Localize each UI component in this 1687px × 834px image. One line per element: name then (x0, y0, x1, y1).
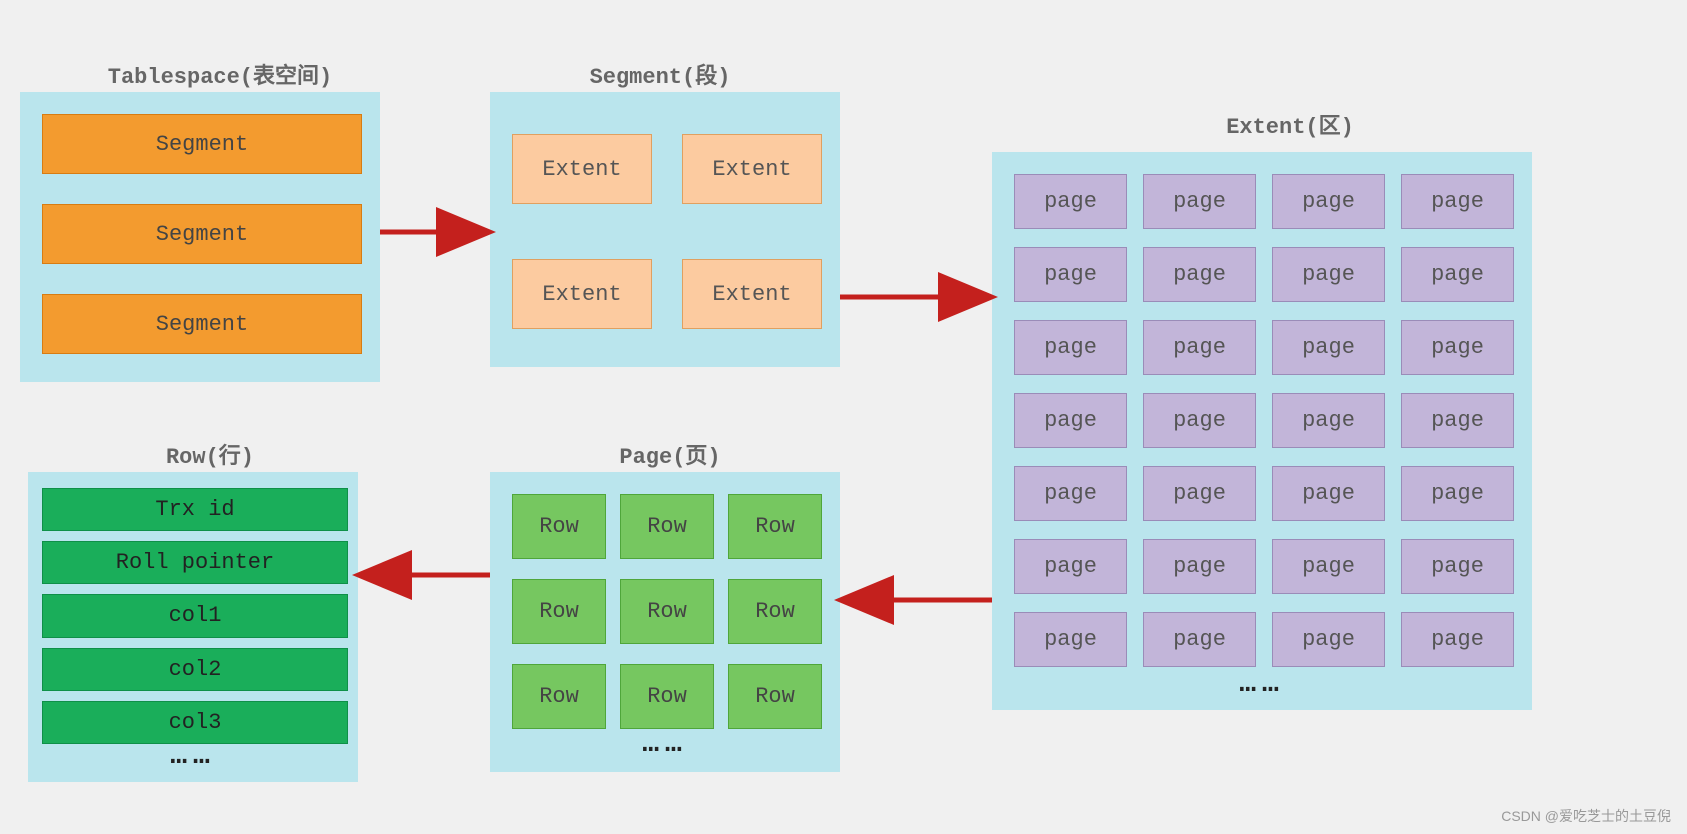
row-item: Row (728, 664, 822, 729)
page-item: page (1143, 466, 1256, 521)
row-field: Trx id (42, 488, 348, 531)
row-field: Roll pointer (42, 541, 348, 584)
segment-item: Segment (42, 114, 362, 174)
row-container: …… Trx id Roll pointer col1 col2 col3 (28, 472, 358, 782)
page-item: page (1143, 320, 1256, 375)
page-title: Page(页) (570, 438, 770, 470)
page-item: page (1014, 466, 1127, 521)
page-item: page (1401, 174, 1514, 229)
page-item: page (1143, 247, 1256, 302)
row-item: Row (512, 579, 606, 644)
segment-item: Segment (42, 204, 362, 264)
page-item: page (1143, 539, 1256, 594)
extent-ellipsis: …… (994, 669, 1530, 700)
row-item: Row (512, 494, 606, 559)
watermark: CSDN @爱吃芝士的土豆倪 (1501, 806, 1671, 826)
segment-container: Extent Extent Extent Extent (490, 92, 840, 367)
page-item: page (1143, 612, 1256, 667)
page-ellipsis: …… (492, 729, 838, 760)
extent-item: Extent (682, 134, 822, 204)
page-item: page (1401, 539, 1514, 594)
extent-item: Extent (512, 259, 652, 329)
page-item: page (1272, 539, 1385, 594)
page-item: page (1143, 174, 1256, 229)
page-item: page (1272, 247, 1385, 302)
page-item: page (1014, 539, 1127, 594)
tablespace-title: Tablespace(表空间) (100, 58, 340, 90)
segment-title: Segment(段) (560, 58, 760, 90)
extent-container: …… pagepagepagepagepagepagepagepagepagep… (992, 152, 1532, 710)
page-item: page (1401, 247, 1514, 302)
page-item: page (1014, 174, 1127, 229)
page-item: page (1401, 320, 1514, 375)
row-item: Row (512, 664, 606, 729)
extent-item: Extent (682, 259, 822, 329)
page-item: page (1272, 174, 1385, 229)
row-field: col3 (42, 701, 348, 744)
page-item: page (1401, 393, 1514, 448)
row-title: Row(行) (130, 438, 290, 470)
page-item: page (1272, 612, 1385, 667)
row-item: Row (728, 494, 822, 559)
row-item: Row (620, 664, 714, 729)
page-item: page (1014, 393, 1127, 448)
row-ellipsis: …… (30, 741, 356, 772)
page-item: page (1014, 247, 1127, 302)
row-field: col2 (42, 648, 348, 691)
page-item: page (1143, 393, 1256, 448)
row-item: Row (620, 579, 714, 644)
extent-title: Extent(区) (1190, 108, 1390, 140)
page-item: page (1014, 612, 1127, 667)
row-item: Row (620, 494, 714, 559)
page-item: page (1401, 612, 1514, 667)
segment-item: Segment (42, 294, 362, 354)
page-item: page (1272, 393, 1385, 448)
row-field: col1 (42, 594, 348, 637)
page-item: page (1272, 466, 1385, 521)
tablespace-container: Segment Segment Segment (20, 92, 380, 382)
page-item: page (1401, 466, 1514, 521)
extent-item: Extent (512, 134, 652, 204)
page-item: page (1272, 320, 1385, 375)
row-item: Row (728, 579, 822, 644)
page-container: …… RowRowRowRowRowRowRowRowRow (490, 472, 840, 772)
page-item: page (1014, 320, 1127, 375)
